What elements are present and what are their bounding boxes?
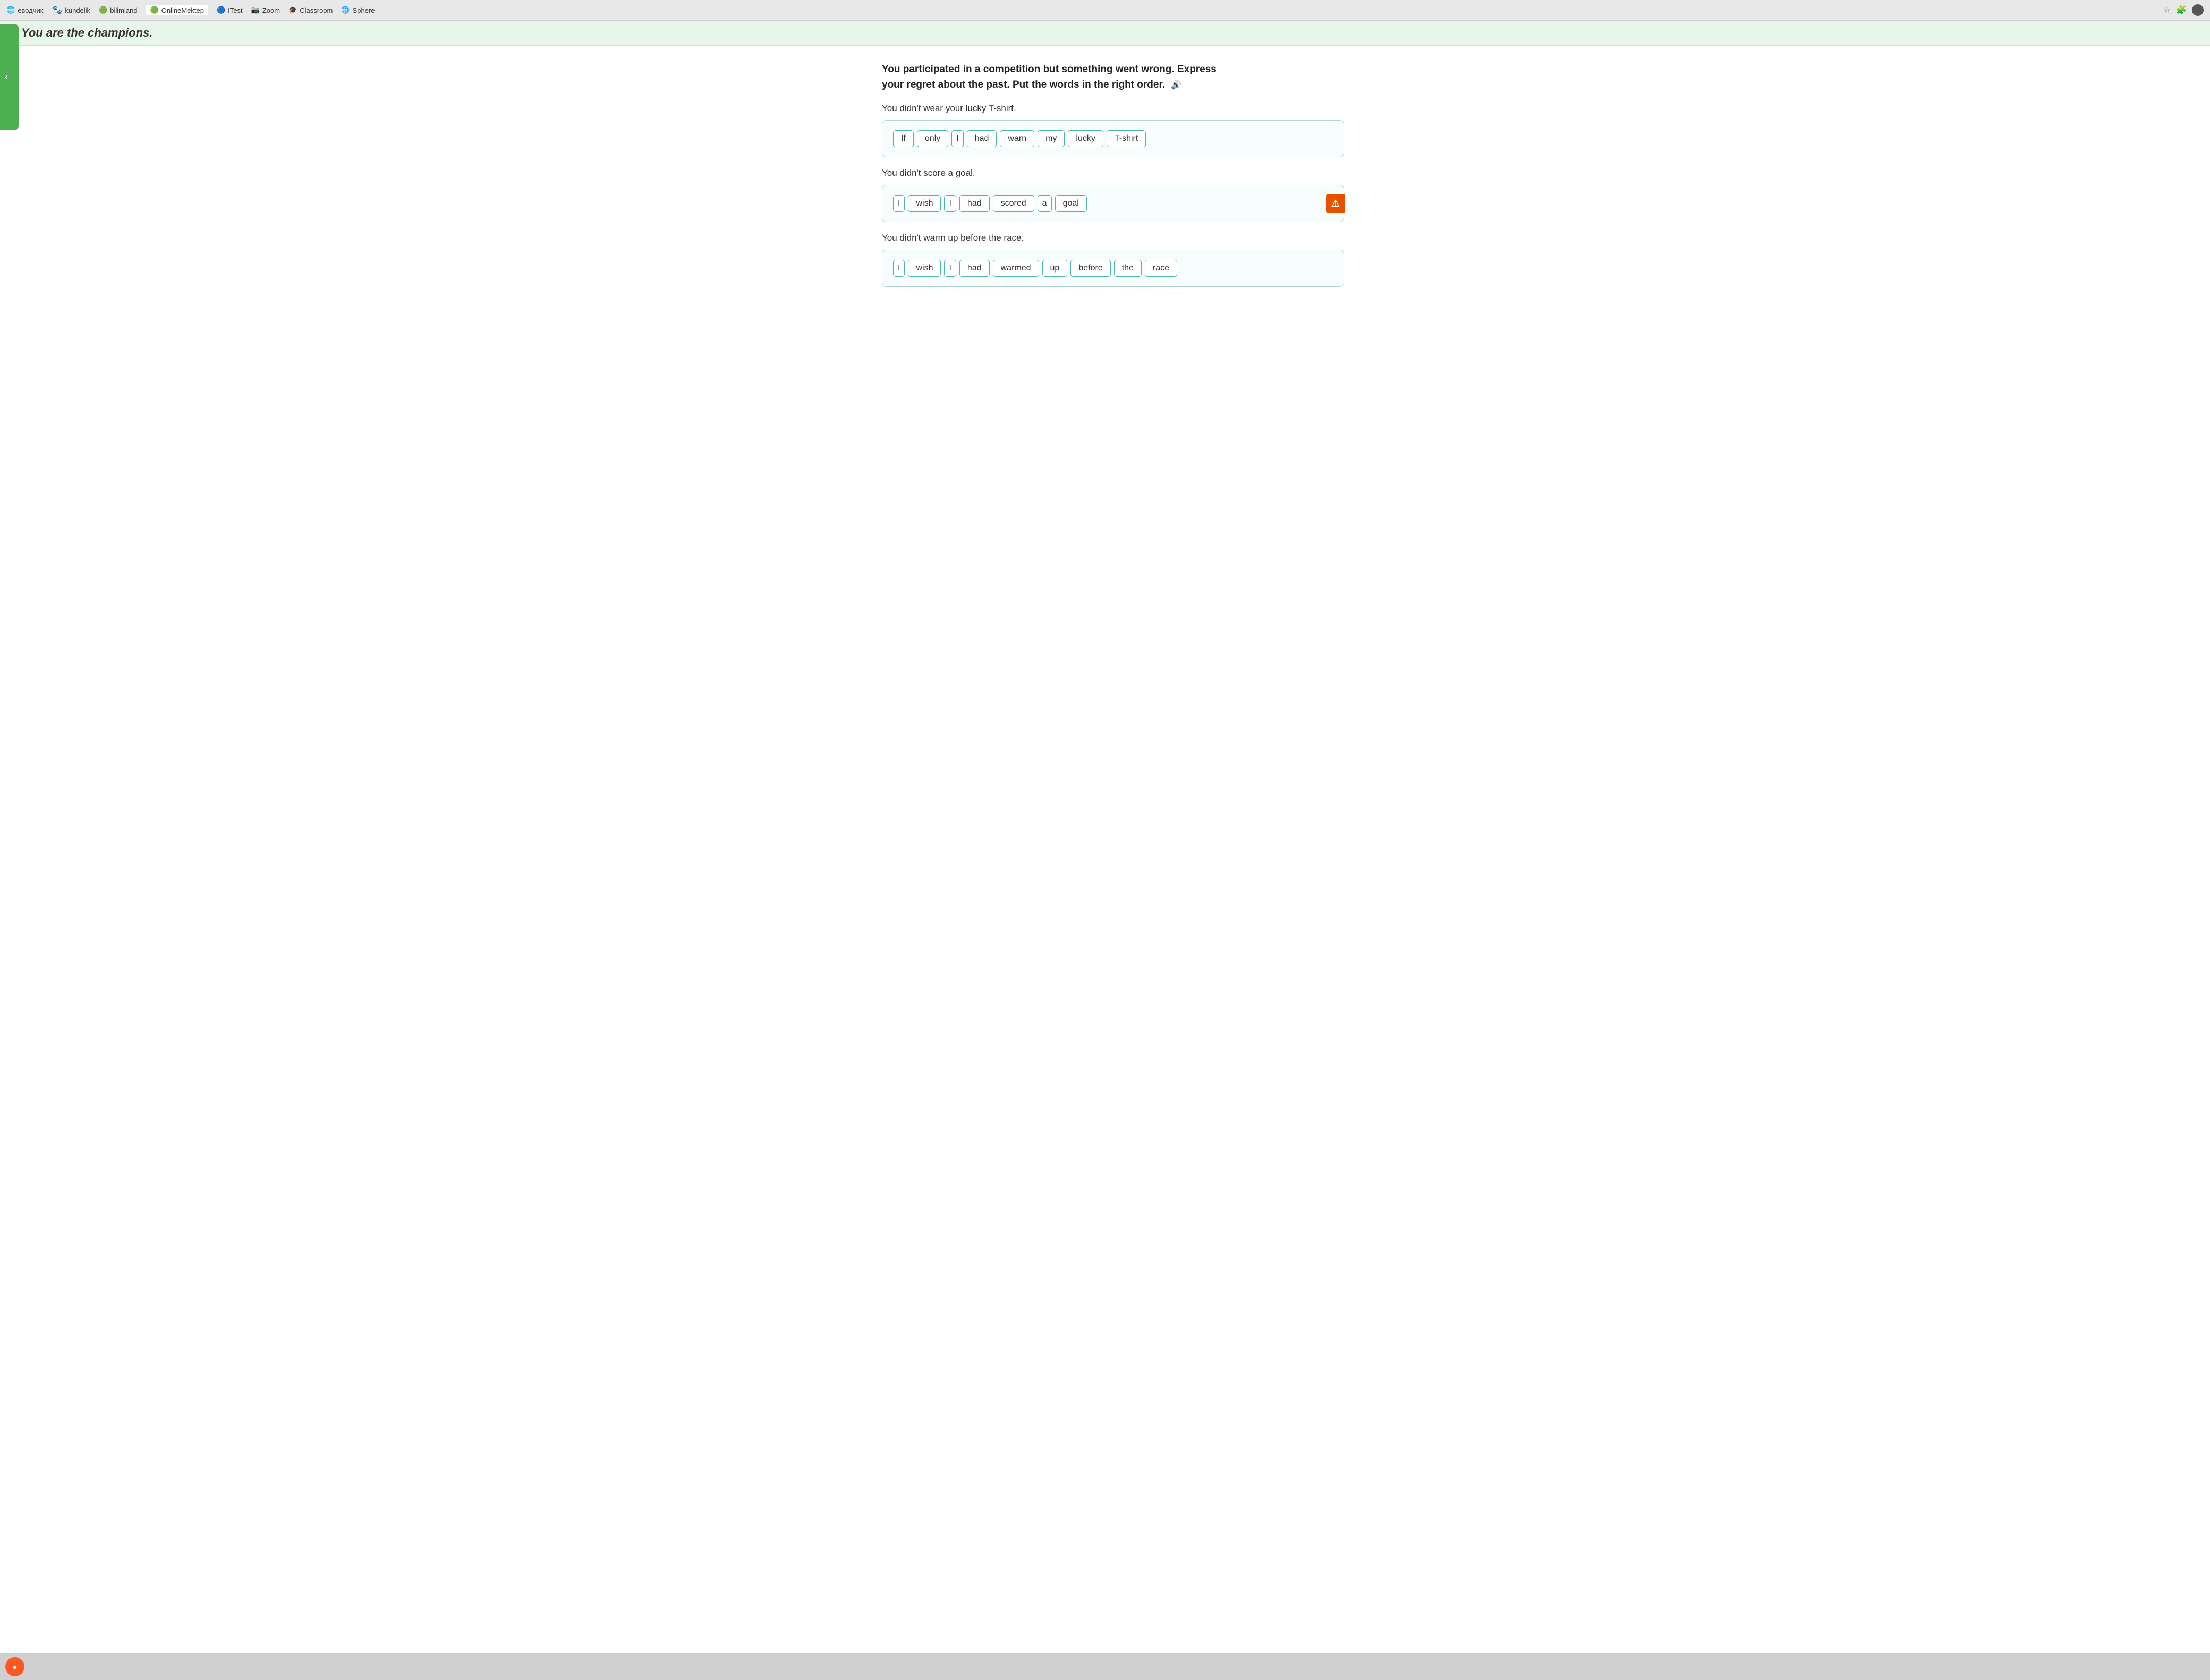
classroom-item[interactable]: 🎓 Classroom [288,6,333,14]
word-chip[interactable]: I [893,260,905,277]
sentence-3-label: You didn't warm up before the race. [882,233,1344,243]
translate-item[interactable]: 🌐 еводчик [6,6,43,14]
sentence-1-label: You didn't wear your lucky T-shirt. [882,103,1344,114]
word-chip[interactable]: had [959,260,990,277]
taskbar-app-icon[interactable]: ● [5,1657,24,1676]
sentence-2-label: You didn't score a goal. [882,168,1344,179]
word-chip[interactable]: had [959,195,990,212]
zoom-item[interactable]: 📷 Zoom [251,6,280,14]
alert-badge: ⚠ [1326,194,1345,213]
main-content: You participated in a competition but so… [0,46,2210,1653]
onlinemektep-icon: 🟢 [150,6,159,14]
banner-title: You are the champions. [21,26,152,39]
word-chip[interactable]: wish [908,195,941,212]
word-chip[interactable]: warmed [993,260,1039,277]
instructions-block: You participated in a competition but so… [882,62,1344,92]
word-chip[interactable]: my [1038,130,1065,147]
word-chip[interactable]: goal [1055,195,1087,212]
itest-item[interactable]: 🔵 ITest [217,6,243,14]
word-box-2: I wish I had scored a goal [882,185,1344,222]
itest-icon: 🔵 [217,6,225,14]
sphere-icon: 🌐 [341,6,350,14]
instructions-line1: You participated in a competition but so… [882,62,1344,78]
word-chip[interactable]: had [967,130,997,147]
word-chip[interactable]: up [1042,260,1068,277]
word-chip[interactable]: before [1070,260,1110,277]
word-chip[interactable]: If [893,130,914,147]
word-chip[interactable]: warn [1000,130,1034,147]
bilimland-item[interactable]: 🟢 bilimland [99,6,138,14]
kundelik-item[interactable]: 🐾 kundelik [52,5,90,15]
word-box-3: I wish I had warmed up before the race [882,250,1344,287]
left-sidebar[interactable]: ⌃ [0,24,19,130]
word-chip[interactable]: scored [993,195,1034,212]
user-avatar[interactable] [2192,4,2204,16]
sphere-item[interactable]: 🌐 Sphere [341,6,375,14]
alert-icon: ⚠ [1331,198,1340,209]
word-chip[interactable]: I [893,195,905,212]
zoom-icon: 📷 [251,6,260,14]
bilimland-icon: 🟢 [99,6,107,14]
word-chip[interactable]: wish [908,260,941,277]
exercise-3: You didn't warm up before the race. I wi… [882,233,1344,287]
exercise-2: You didn't score a goal. I wish I had sc… [882,168,1344,222]
star-icon: ☆ [2163,5,2171,15]
word-chip[interactable]: I [944,195,956,212]
word-chip[interactable]: the [1114,260,1142,277]
word-chip[interactable]: race [1145,260,1177,277]
exercise-1: You didn't wear your lucky T-shirt. If o… [882,103,1344,157]
word-chip[interactable]: a [1038,195,1052,212]
instructions-line2: your regret about the past. Put the word… [882,78,1344,93]
word-chip[interactable]: I [944,260,956,277]
word-chip[interactable]: I [951,130,963,147]
browser-toolbar: 🌐 еводчик 🐾 kundelik 🟢 bilimland 🟢 Onlin… [0,0,2210,21]
speaker-icon[interactable]: 🔊 [1171,81,1182,90]
word-chip[interactable]: T-shirt [1107,130,1146,147]
chevron-left-icon: ⌃ [4,73,15,81]
translate-icon: 🌐 [6,6,15,14]
taskbar-icon-symbol: ● [13,1662,17,1671]
word-chip[interactable]: lucky [1068,130,1103,147]
word-chip[interactable]: only [917,130,948,147]
onlinemektep-item[interactable]: 🟢 OnlineMektep [146,5,208,15]
kundelik-icon: 🐾 [52,5,62,15]
top-banner: You are the champions. [0,21,2210,46]
word-box-1: If only I had warn my lucky T-shirt [882,120,1344,157]
classroom-icon: 🎓 [288,6,297,14]
extensions-icon[interactable]: 🧩 [2176,5,2187,15]
